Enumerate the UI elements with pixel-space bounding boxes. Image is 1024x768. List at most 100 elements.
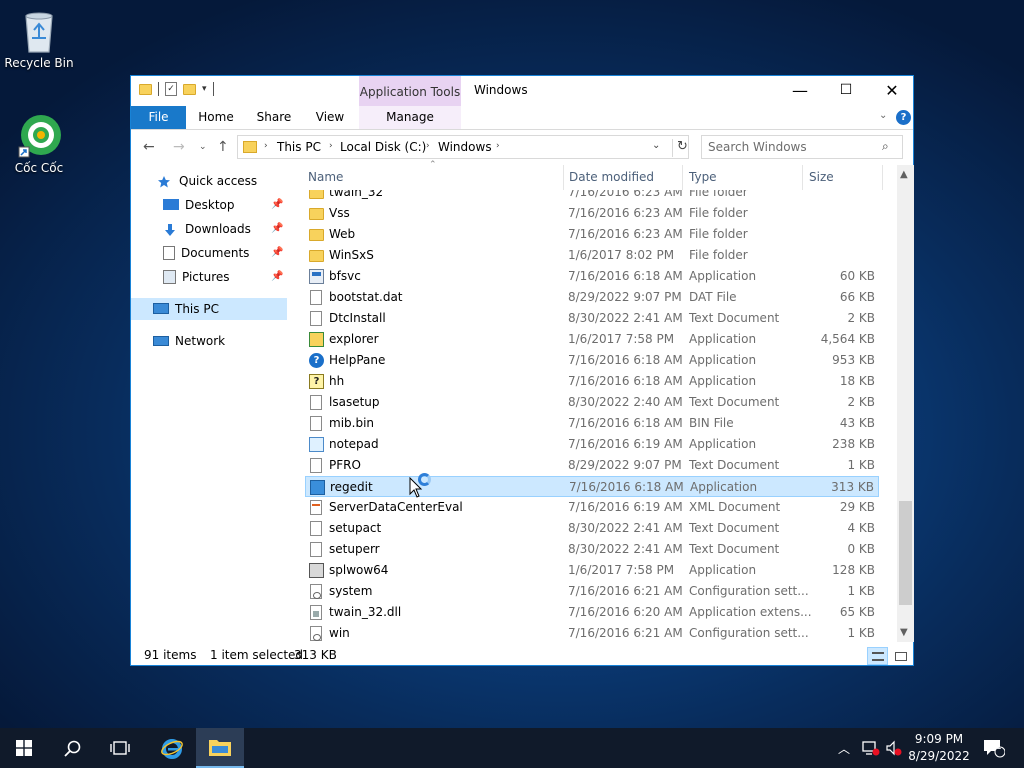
volume-button[interactable] <box>885 728 903 768</box>
file-row[interactable]: splwow64 1/6/2017 7:58 PM Application 128 K… <box>305 560 879 581</box>
file-date-modified: 8/29/2022 9:07 PM <box>568 290 682 304</box>
breadcrumb-local-disk[interactable]: Local Disk (C:) <box>340 140 426 154</box>
file-row[interactable]: ServerDataCenterEval 7/16/2016 6:19 AM XML… <box>305 497 879 518</box>
task-view-button[interactable] <box>96 728 144 768</box>
search-input[interactable] <box>708 139 878 155</box>
close-button[interactable]: ✕ <box>869 76 915 104</box>
network-status-button[interactable] <box>862 728 880 768</box>
tab-share[interactable]: Share <box>249 106 299 129</box>
desktop-icon-coccoc[interactable]: Cốc Cốc <box>1 113 77 175</box>
pin-icon[interactable]: 📌 <box>271 194 283 216</box>
breadcrumb-windows[interactable]: Windows <box>438 140 492 154</box>
clock-date: 8/29/2022 <box>908 749 970 763</box>
system-clock[interactable]: 9:09 PM 8/29/2022 <box>904 731 974 765</box>
file-row[interactable]: bfsvc 7/16/2016 6:18 AM Application 60 KB <box>305 266 879 287</box>
show-hidden-icons-button[interactable]: ︿ <box>838 728 850 768</box>
search-button[interactable] <box>48 728 96 768</box>
maximize-button[interactable]: ☐ <box>823 76 869 104</box>
forward-button[interactable]: → <box>173 139 185 155</box>
file-row[interactable]: twain_32.dll 7/16/2016 6:20 AM Application… <box>305 602 879 623</box>
details-view-button[interactable] <box>867 647 888 665</box>
large-icons-view-button[interactable] <box>890 647 911 665</box>
nav-item-desktop[interactable]: Desktop 📌 <box>163 194 291 216</box>
nav-item-pictures[interactable]: Pictures 📌 <box>163 266 291 288</box>
search-icon[interactable]: ⌕ <box>882 139 889 154</box>
chevron-right-icon[interactable]: › <box>496 141 500 151</box>
file-row[interactable]: twain_32 7/16/2016 6:23 AM File folder <box>305 190 879 203</box>
file-date-modified: 1/6/2017 7:58 PM <box>568 332 675 346</box>
nav-item-network[interactable]: Network <box>153 330 225 352</box>
file-row[interactable]: explorer 1/6/2017 7:58 PM Application 4,564… <box>305 329 879 350</box>
chevron-right-icon[interactable]: › <box>264 141 268 151</box>
scroll-up-icon[interactable]: ▲ <box>900 169 908 180</box>
column-header-name[interactable]: Name <box>308 165 558 190</box>
file-row[interactable]: bootstat.dat 8/29/2022 9:07 PM DAT File 66 … <box>305 287 879 308</box>
scroll-down-icon[interactable]: ▼ <box>900 627 908 638</box>
help-icon[interactable]: ? <box>896 110 911 125</box>
file-row[interactable]: Web 7/16/2016 6:23 AM File folder <box>305 224 879 245</box>
vertical-scrollbar[interactable]: ▲ ▼ <box>897 165 914 642</box>
scrollbar-thumb[interactable] <box>899 501 912 605</box>
tab-file[interactable]: File <box>131 106 186 129</box>
column-header-date-modified[interactable]: Date modified <box>569 165 681 190</box>
file-row[interactable]: ? hh 7/16/2016 6:18 AM Application 18 KB <box>305 371 879 392</box>
properties-icon[interactable]: ✓ <box>165 82 177 96</box>
address-bar[interactable]: › This PC › Local Disk (C:) › Windows › … <box>237 135 689 159</box>
selection-count: 1 item selected <box>210 648 304 662</box>
search-box[interactable]: ⌕ <box>701 135 903 159</box>
pin-icon[interactable]: 📌 <box>271 242 283 264</box>
file-size: 18 KB <box>839 374 875 388</box>
file-name: WinSxS <box>329 248 374 262</box>
chevron-down-icon[interactable]: ⌄ <box>879 110 887 121</box>
chevron-right-icon[interactable]: › <box>426 141 430 151</box>
file-date-modified: 8/30/2022 2:40 AM <box>568 395 683 409</box>
chevron-right-icon[interactable]: › <box>329 141 333 151</box>
desktop-icon-recycle-bin[interactable]: Recycle Bin <box>1 8 77 70</box>
new-folder-icon[interactable] <box>183 83 196 95</box>
pin-icon[interactable]: 📌 <box>271 266 283 288</box>
pin-icon[interactable]: 📌 <box>271 218 283 240</box>
refresh-icon[interactable]: ↻ <box>672 139 690 157</box>
action-center-button[interactable]: 1 <box>983 728 1005 768</box>
nav-item-downloads[interactable]: Downloads 📌 <box>163 218 291 240</box>
file-row[interactable]: regedit 7/16/2016 6:18 AM Application 313 K… <box>305 476 879 497</box>
breadcrumb-this-pc[interactable]: This PC <box>277 140 321 154</box>
file-row[interactable]: lsasetup 8/30/2022 2:40 AM Text Document 2 … <box>305 392 879 413</box>
tab-home[interactable]: Home <box>191 106 241 129</box>
nav-item-this-pc[interactable]: This PC <box>131 298 287 320</box>
file-row[interactable]: system 7/16/2016 6:21 AM Configuration set… <box>305 581 879 602</box>
file-row[interactable]: notepad 7/16/2016 6:19 AM Application 238 K… <box>305 434 879 455</box>
taskbar-internet-explorer[interactable] <box>148 728 196 768</box>
up-button[interactable]: ↑ <box>217 139 229 155</box>
column-divider[interactable] <box>563 165 564 190</box>
minimize-button[interactable]: — <box>777 76 823 104</box>
back-button[interactable]: ← <box>143 139 155 155</box>
taskbar-file-explorer[interactable] <box>196 728 244 768</box>
column-divider[interactable] <box>802 165 803 190</box>
column-header-size[interactable]: Size <box>809 165 879 190</box>
column-divider[interactable] <box>882 165 883 190</box>
recycle-bin-icon <box>17 8 61 53</box>
file-size: 43 KB <box>839 416 875 430</box>
file-row[interactable]: mib.bin 7/16/2016 6:18 AM BIN File 43 KB <box>305 413 879 434</box>
file-name: HelpPane <box>329 353 386 367</box>
file-row[interactable]: win 7/16/2016 6:21 AM Configuration sett..… <box>305 623 879 642</box>
chevron-down-icon[interactable]: ⌄ <box>652 140 660 151</box>
tab-manage[interactable]: Manage <box>359 106 461 129</box>
file-row[interactable]: Vss 7/16/2016 6:23 AM File folder <box>305 203 879 224</box>
customize-toolbar-icon[interactable]: ▾ <box>202 84 207 94</box>
file-row[interactable]: WinSxS 1/6/2017 8:02 PM File folder <box>305 245 879 266</box>
tab-view[interactable]: View <box>305 106 355 129</box>
column-header-type[interactable]: Type <box>689 165 799 190</box>
file-row[interactable]: setupact 8/30/2022 2:41 AM Text Document 4 … <box>305 518 879 539</box>
start-button[interactable] <box>0 728 48 768</box>
nav-item-quick-access[interactable]: Quick access <box>157 170 257 192</box>
file-size: 60 KB <box>839 269 875 283</box>
column-divider[interactable] <box>682 165 683 190</box>
file-row[interactable]: PFRO 8/29/2022 9:07 PM Text Document 1 KB <box>305 455 879 476</box>
file-row[interactable]: ? HelpPane 7/16/2016 6:18 AM Application 953… <box>305 350 879 371</box>
file-row[interactable]: setuperr 8/30/2022 2:41 AM Text Document 0 … <box>305 539 879 560</box>
recent-locations-button[interactable]: ⌄ <box>199 142 207 152</box>
file-row[interactable]: DtcInstall 8/30/2022 2:41 AM Text Document… <box>305 308 879 329</box>
nav-item-documents[interactable]: Documents 📌 <box>163 242 291 264</box>
